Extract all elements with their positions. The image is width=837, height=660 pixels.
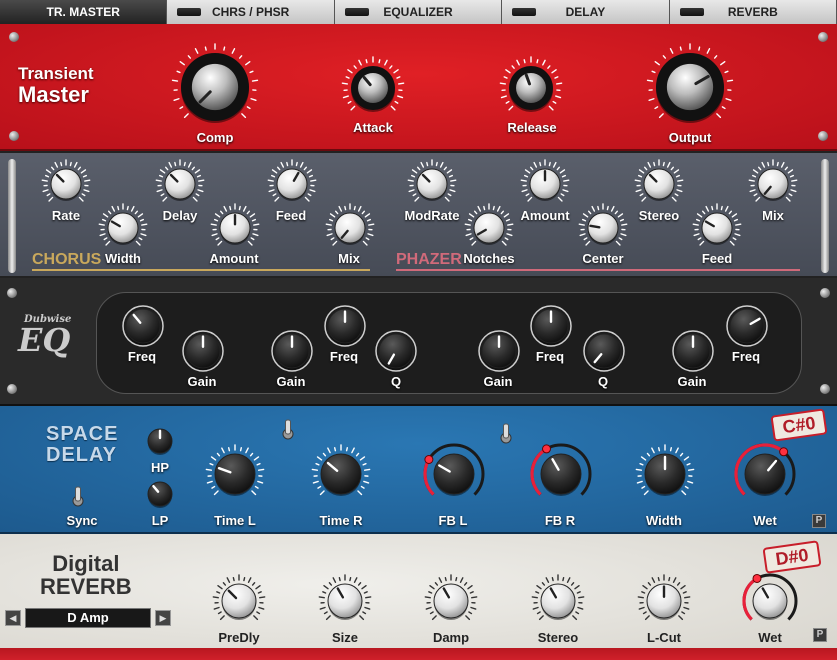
fb-l-label: FB L [438,513,468,528]
mix-label: Mix [762,208,784,223]
screw-icon [9,131,19,141]
center-label: Center [582,251,624,266]
chorus-line [32,269,370,271]
preset-selector[interactable]: D Amp [25,608,151,628]
eq-logo: Dubwise EQ [18,314,71,359]
title-line2: DELAY [46,444,117,466]
p-button-label: P [816,629,824,640]
chorus-phazer-panel: CHORUS PHAZER Rate Width Delay Amount Fe… [0,151,837,278]
rate-label: Rate [51,208,81,223]
q-label: Q [390,374,402,389]
logo-main: EQ [18,321,71,359]
tab-label: TR. MASTER [46,5,120,19]
gain-label: Gain [276,374,306,389]
release-label: Release [507,120,557,135]
delay-title: SPACE DELAY [46,424,118,466]
freq-label: Freq [731,349,761,364]
width-label: Width [646,513,682,528]
q-label: Q [597,374,609,389]
title-line2: Master [18,82,89,107]
reverb-preset-tag: D#0 [762,540,822,574]
screw-icon [818,32,828,42]
output-label: Output [668,130,712,145]
digital-reverb-panel: Digital REVERB ◀ D Amp ▶ D#0 P PreDly Si… [0,534,837,660]
tab-chrs-phsr[interactable]: CHRS / PHSR [167,0,335,24]
freq-label: Freq [127,349,157,364]
l-cut-label: L-Cut [647,630,681,645]
tab-label: EQUALIZER [383,5,453,19]
freq-label: Freq [329,349,359,364]
time-l-label: Time L [214,513,256,528]
feed-label: Feed [701,251,733,266]
predly-label: PreDly [218,630,260,645]
amount-label: Amount [209,251,259,266]
notches-label: Notches [463,251,515,266]
tab-label: REVERB [727,5,778,19]
title-line1: Transient [18,64,94,83]
mix-label: Mix [338,251,360,266]
title-line1: Digital [52,551,120,576]
preset-tag-text: D#0 [774,544,810,570]
left-rail [8,159,16,273]
led-indicator [177,8,202,16]
gain-label: Gain [483,374,513,389]
phazer-line [396,269,800,271]
size-label: Size [331,630,358,645]
tab-reverb[interactable]: REVERB [669,0,837,24]
wet-label: Wet [758,630,782,645]
p-button[interactable]: P [812,514,826,528]
title-line2: REVERB [40,574,132,599]
modrate-label: ModRate [404,208,460,223]
preset-prev-button[interactable]: ◀ [5,610,21,626]
width-label: Width [105,251,141,266]
transient-title: Transient Master [18,64,94,108]
wet-label: Wet [753,513,777,528]
gain-label: Gain [187,374,217,389]
comp-label: Comp [196,130,234,145]
stereo-label: Stereo [537,630,579,645]
led-indicator [344,8,369,16]
eq-panel: Dubwise EQ Freq Gain Gain Freq Q Gain Fr… [0,278,837,406]
preset-tag-text: C#0 [781,412,817,438]
delay-label: Delay [162,208,198,223]
screw-icon [9,32,19,42]
right-rail [821,159,829,273]
hp-label: HP [150,460,170,475]
title-line1: SPACE [46,423,119,445]
preset-name: D Amp [67,610,109,625]
tab-tr-master[interactable]: TR. MASTER [0,0,168,24]
led-indicator [512,8,537,16]
p-button[interactable]: P [813,628,827,642]
reverb-red-stripe [0,648,837,660]
amount-label: Amount [520,208,570,223]
screw-icon [820,384,830,394]
fb-r-label: FB R [544,513,576,528]
tab-equalizer[interactable]: EQUALIZER [334,0,503,24]
stereo-label: Stereo [638,208,680,223]
time-r-label: Time R [319,513,363,528]
tab-label: DELAY [565,5,606,19]
sync-label: Sync [66,513,98,528]
screw-icon [7,384,17,394]
feed-label: Feed [275,208,307,223]
space-delay-panel: SPACE DELAY C#0 P HP LP Sync Time L Time… [0,406,837,534]
screw-icon [820,288,830,298]
attack-label: Attack [353,120,393,135]
preset-next-button[interactable]: ▶ [155,610,171,626]
delay-preset-tag: C#0 [770,408,828,442]
reverb-title: Digital REVERB [40,552,132,598]
tab-bar: TR. MASTER CHRS / PHSR EQUALIZER DELAY R… [0,0,837,24]
screw-icon [7,288,17,298]
screw-icon [818,131,828,141]
transient-master-panel: Transient Master Comp Attack Release Out… [0,24,837,151]
tab-delay[interactable]: DELAY [502,0,670,24]
damp-label: Damp [432,630,470,645]
tab-label: CHRS / PHSR [211,5,290,19]
gain-label: Gain [677,374,707,389]
p-button-label: P [815,515,823,526]
freq-label: Freq [535,349,565,364]
led-indicator [679,8,704,16]
